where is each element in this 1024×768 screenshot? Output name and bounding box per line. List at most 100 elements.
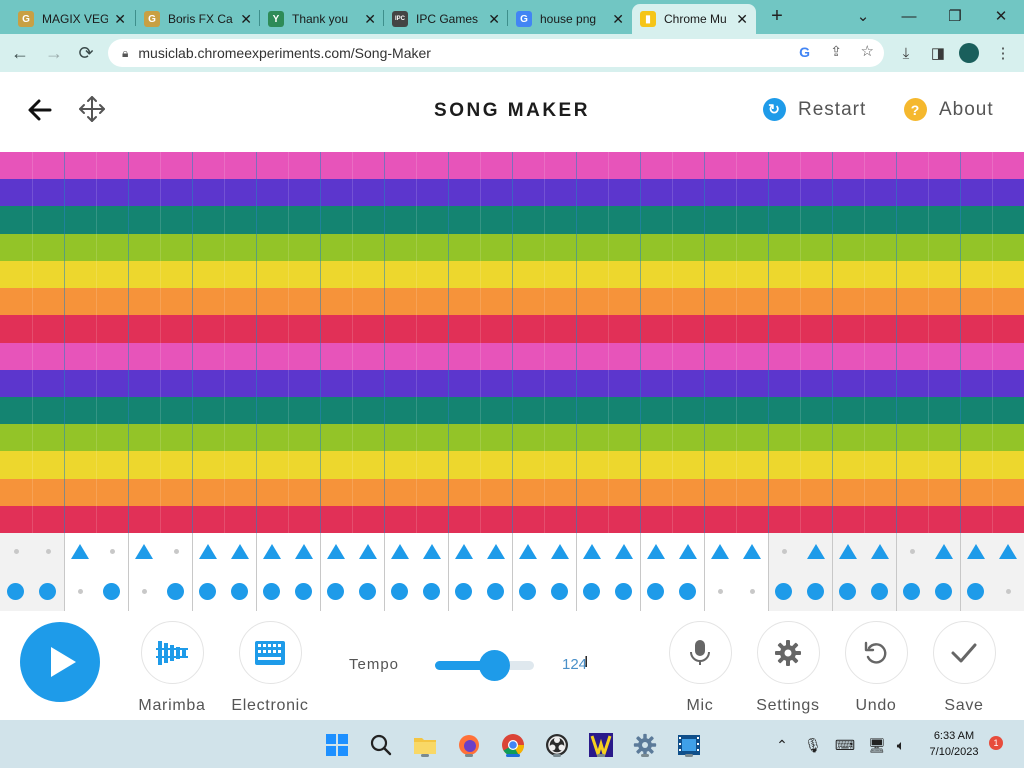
microphone-tray-icon[interactable]: 🎙︎ xyxy=(802,734,824,756)
triangle-note-icon[interactable] xyxy=(647,544,665,559)
triangle-note-icon[interactable] xyxy=(615,544,633,559)
percussion-column[interactable] xyxy=(512,533,544,611)
network-icon[interactable]: 🖥︎ xyxy=(866,734,888,756)
browser-menu-icon[interactable]: ⋮ xyxy=(992,42,1014,64)
circle-note-icon[interactable] xyxy=(199,583,216,600)
undo-button[interactable]: Undo xyxy=(826,621,926,715)
empty-step-dot[interactable] xyxy=(46,549,51,554)
circle-note-icon[interactable] xyxy=(615,583,632,600)
triangle-note-icon[interactable] xyxy=(391,544,409,559)
video-editor-icon[interactable] xyxy=(674,730,704,760)
circle-note-icon[interactable] xyxy=(679,583,696,600)
percussion-column[interactable] xyxy=(768,533,800,611)
triangle-note-icon[interactable] xyxy=(199,544,217,559)
circle-note-icon[interactable] xyxy=(903,583,920,600)
tempo-slider-handle[interactable] xyxy=(478,650,510,681)
circle-note-icon[interactable] xyxy=(7,583,24,600)
settings-gear-icon[interactable] xyxy=(630,730,660,760)
close-tab-icon[interactable]: ✕ xyxy=(488,11,500,28)
circle-note-icon[interactable] xyxy=(423,583,440,600)
close-tab-icon[interactable]: ✕ xyxy=(736,11,748,28)
empty-step-dot[interactable] xyxy=(14,549,19,554)
empty-step-dot[interactable] xyxy=(1006,589,1011,594)
triangle-note-icon[interactable] xyxy=(327,544,345,559)
circle-note-icon[interactable] xyxy=(39,583,56,600)
percussion-column[interactable] xyxy=(736,533,768,611)
url-input[interactable]: 🔒︎ musiclab.chromeexperiments.com/Song-M… xyxy=(108,39,884,67)
percussion-column[interactable] xyxy=(96,533,128,611)
percussion-column[interactable] xyxy=(960,533,992,611)
percussion-column[interactable] xyxy=(448,533,480,611)
percussion-column[interactable] xyxy=(160,533,192,611)
circle-note-icon[interactable] xyxy=(231,583,248,600)
percussion-button[interactable]: Electronic xyxy=(220,621,320,715)
empty-step-dot[interactable] xyxy=(718,589,723,594)
mic-button[interactable]: Mic xyxy=(650,621,750,715)
about-button[interactable]: ? About xyxy=(904,98,994,121)
restart-button[interactable]: ↻ Restart xyxy=(763,98,866,121)
minimize-icon[interactable]: — xyxy=(886,0,932,32)
percussion-column[interactable] xyxy=(256,533,288,611)
percussion-column[interactable] xyxy=(32,533,64,611)
circle-note-icon[interactable] xyxy=(647,583,664,600)
circle-note-icon[interactable] xyxy=(519,583,536,600)
triangle-note-icon[interactable] xyxy=(455,544,473,559)
circle-note-icon[interactable] xyxy=(455,583,472,600)
empty-step-dot[interactable] xyxy=(110,549,115,554)
empty-step-dot[interactable] xyxy=(78,589,83,594)
circle-note-icon[interactable] xyxy=(551,583,568,600)
triangle-note-icon[interactable] xyxy=(359,544,377,559)
maximize-icon[interactable]: ❐ xyxy=(932,0,978,32)
empty-step-dot[interactable] xyxy=(174,549,179,554)
triangle-note-icon[interactable] xyxy=(999,544,1017,559)
chrome-icon[interactable] xyxy=(498,730,528,760)
triangle-note-icon[interactable] xyxy=(935,544,953,559)
percussion-column[interactable] xyxy=(192,533,224,611)
triangle-note-icon[interactable] xyxy=(71,544,89,559)
percussion-column[interactable] xyxy=(832,533,864,611)
forward-arrow-icon[interactable]: → xyxy=(42,41,66,65)
percussion-column[interactable] xyxy=(352,533,384,611)
percussion-column[interactable] xyxy=(672,533,704,611)
triangle-note-icon[interactable] xyxy=(423,544,441,559)
browser-tab[interactable]: G MAGIX VEG ✕ xyxy=(10,4,134,34)
close-tab-icon[interactable]: ✕ xyxy=(612,11,624,28)
triangle-note-icon[interactable] xyxy=(263,544,281,559)
empty-step-dot[interactable] xyxy=(142,589,147,594)
settings-button[interactable]: Settings xyxy=(738,621,838,715)
circle-note-icon[interactable] xyxy=(583,583,600,600)
triangle-note-icon[interactable] xyxy=(551,544,569,559)
google-lens-icon[interactable]: G xyxy=(799,44,810,60)
percussion-column[interactable] xyxy=(64,533,96,611)
circle-note-icon[interactable] xyxy=(359,583,376,600)
browser-tab[interactable]: Ghouse png ✕ xyxy=(508,4,632,34)
percussion-column[interactable] xyxy=(416,533,448,611)
percussion-column[interactable] xyxy=(480,533,512,611)
percussion-column[interactable] xyxy=(384,533,416,611)
percussion-column[interactable] xyxy=(640,533,672,611)
tempo-slider[interactable] xyxy=(435,650,534,681)
triangle-note-icon[interactable] xyxy=(231,544,249,559)
close-tab-icon[interactable]: ✕ xyxy=(114,11,126,28)
system-clock[interactable]: 6:33 AM 7/10/2023 xyxy=(924,728,984,760)
triangle-note-icon[interactable] xyxy=(743,544,761,559)
circle-note-icon[interactable] xyxy=(871,583,888,600)
firefox-icon[interactable] xyxy=(454,730,484,760)
profile-avatar-icon[interactable] xyxy=(958,42,980,64)
triangle-note-icon[interactable] xyxy=(807,544,825,559)
circle-note-icon[interactable] xyxy=(775,583,792,600)
triangle-note-icon[interactable] xyxy=(519,544,537,559)
percussion-column[interactable] xyxy=(544,533,576,611)
percussion-column[interactable] xyxy=(288,533,320,611)
browser-tab[interactable]: IPC IPC Games ✕ xyxy=(384,4,508,34)
triangle-note-icon[interactable] xyxy=(135,544,153,559)
percussion-column[interactable] xyxy=(224,533,256,611)
instrument-button[interactable]: Marimba xyxy=(122,621,222,715)
notification-badge[interactable]: 1 xyxy=(989,736,1003,750)
percussion-column[interactable] xyxy=(992,533,1024,611)
volume-icon[interactable]: 🔈︎ xyxy=(890,734,912,756)
percussion-grid[interactable] xyxy=(0,533,1024,611)
percussion-column[interactable] xyxy=(704,533,736,611)
empty-step-dot[interactable] xyxy=(750,589,755,594)
magix-vegas-icon[interactable] xyxy=(586,730,616,760)
